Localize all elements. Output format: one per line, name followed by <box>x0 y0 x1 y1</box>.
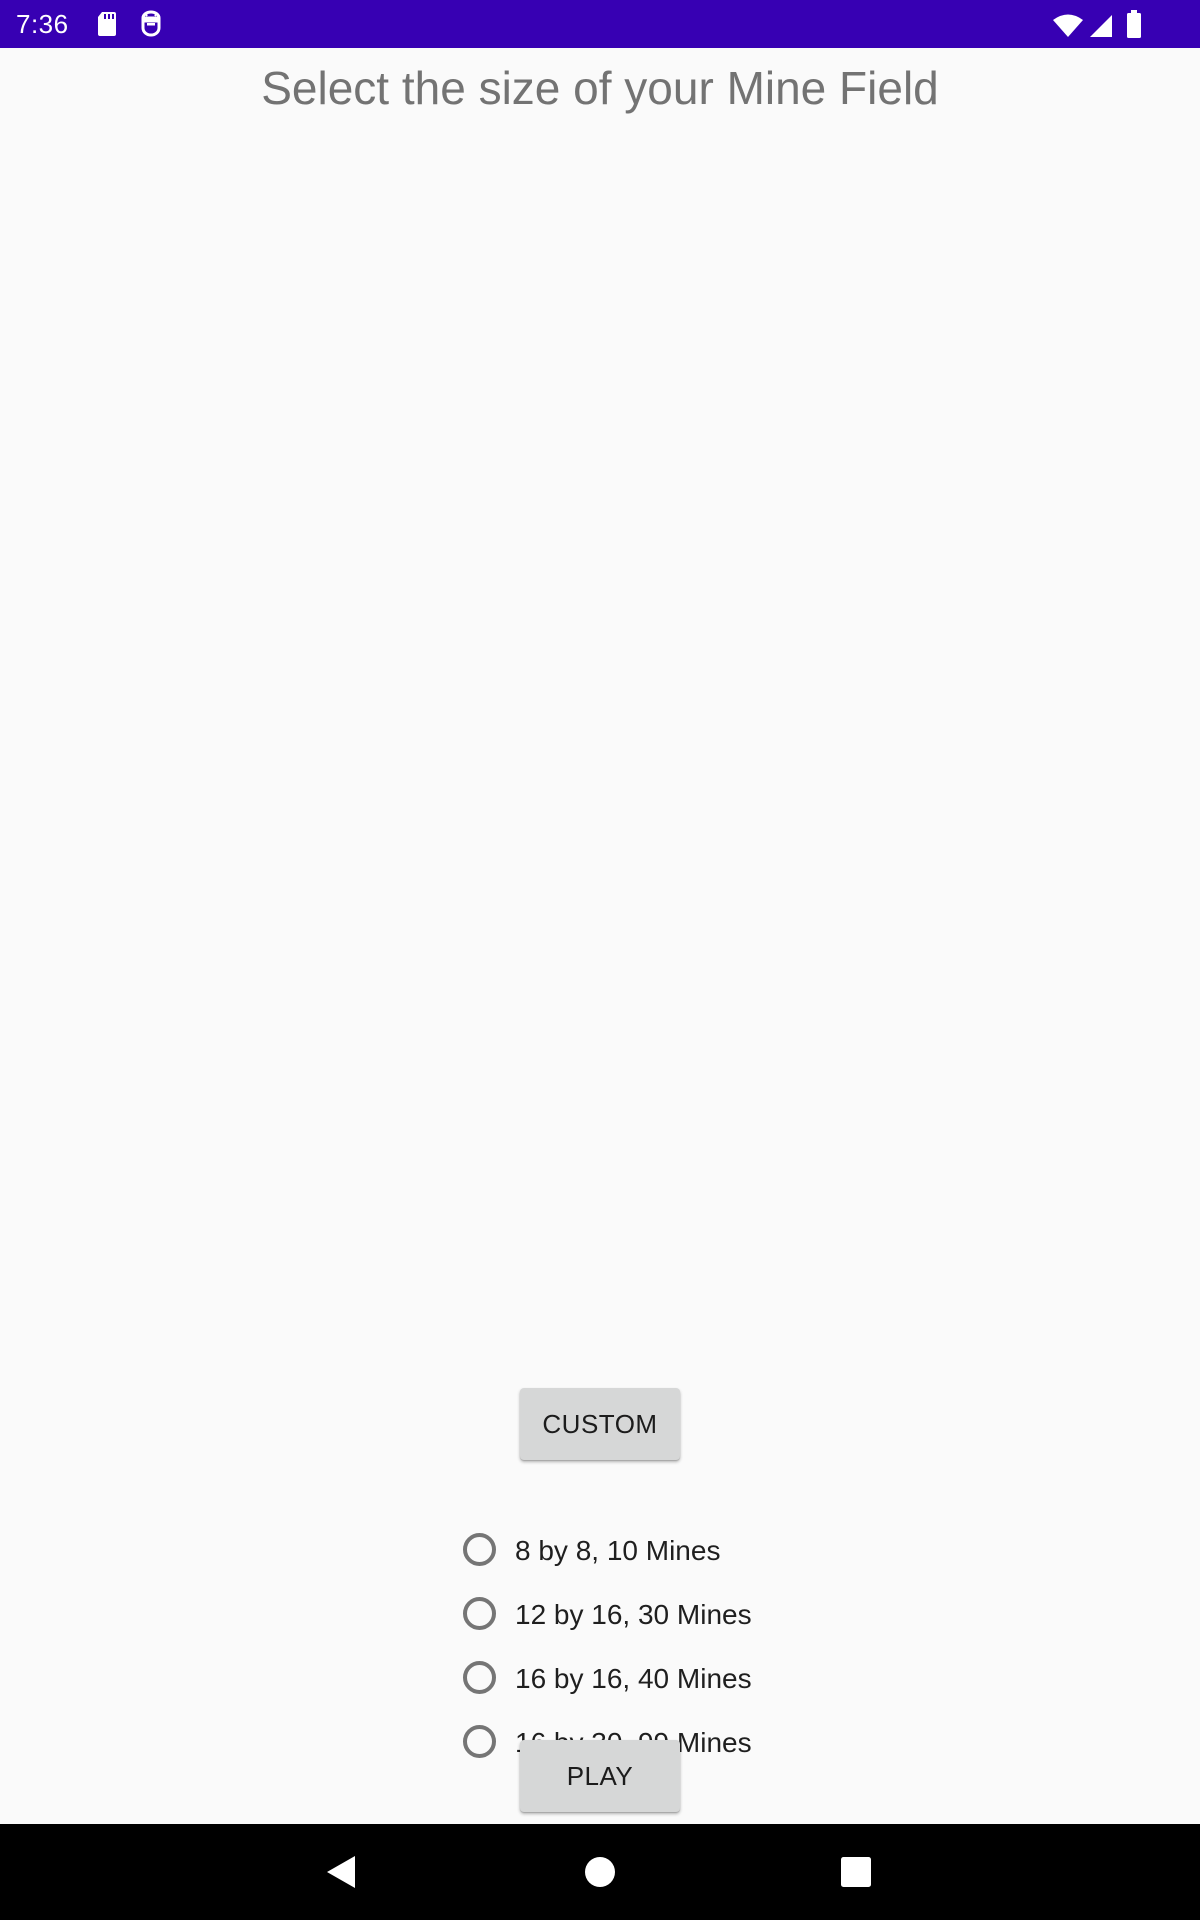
status-time: 7:36 <box>16 9 69 39</box>
app-content: Select the size of your Mine Field CUSTO… <box>0 48 1200 1824</box>
radio-button[interactable] <box>463 1533 496 1566</box>
android-debug-icon <box>141 10 161 37</box>
radio-button[interactable] <box>463 1661 496 1694</box>
status-bar: 7:36 <box>0 0 1200 48</box>
radio-button[interactable] <box>463 1725 496 1758</box>
sd-card-icon <box>98 12 116 36</box>
back-icon[interactable] <box>318 1848 366 1896</box>
recents-icon[interactable] <box>832 1848 880 1896</box>
radio-option-16x16[interactable]: 16 by 16, 40 Mines <box>460 1648 860 1712</box>
cell-signal-icon <box>1090 15 1112 37</box>
wifi-icon <box>1053 14 1083 37</box>
page-title: Select the size of your Mine Field <box>261 62 939 114</box>
navigation-bar <box>0 1824 1200 1920</box>
radio-label[interactable]: 12 by 16, 30 Mines <box>515 1584 752 1646</box>
home-icon[interactable] <box>576 1848 624 1896</box>
custom-button[interactable]: CUSTOM <box>520 1388 680 1460</box>
radio-option-12x16[interactable]: 12 by 16, 30 Mines <box>460 1584 860 1648</box>
play-button[interactable]: PLAY <box>520 1740 680 1812</box>
radio-label[interactable]: 8 by 8, 10 Mines <box>515 1520 720 1582</box>
battery-icon <box>1127 10 1141 38</box>
radio-button[interactable] <box>463 1597 496 1630</box>
radio-label[interactable]: 16 by 16, 40 Mines <box>515 1648 752 1710</box>
radio-option-8x8[interactable]: 8 by 8, 10 Mines <box>460 1520 860 1584</box>
